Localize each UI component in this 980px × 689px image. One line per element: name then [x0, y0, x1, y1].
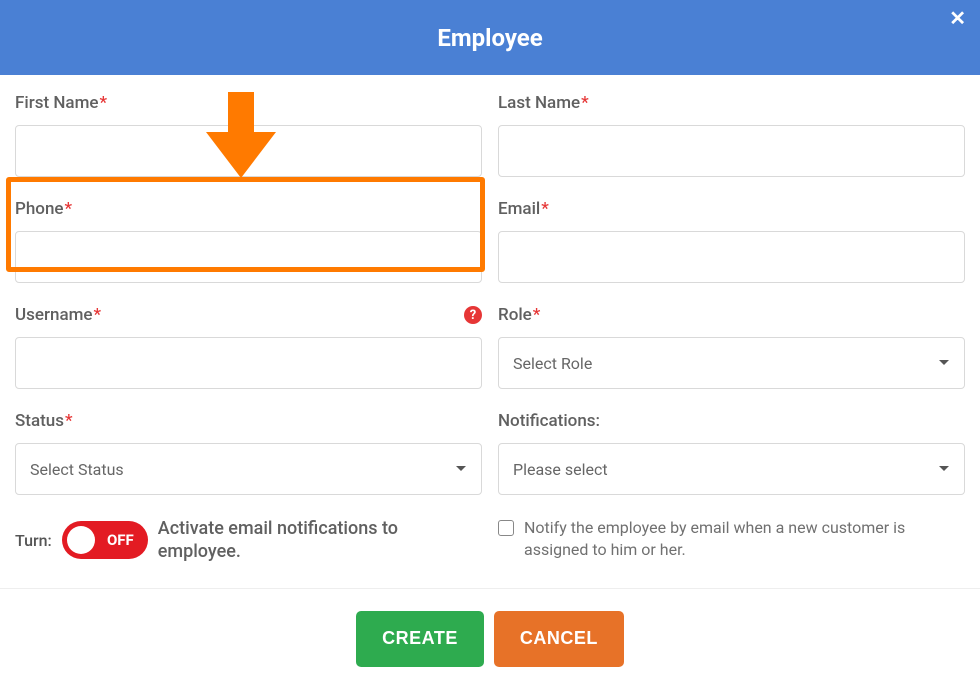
create-button[interactable]: CREATE — [356, 611, 484, 667]
status-label: Status* — [15, 411, 482, 431]
required-mark: * — [65, 411, 73, 431]
email-input[interactable] — [498, 231, 965, 283]
toggle-description: Activate email notifications to employee… — [158, 517, 438, 564]
required-mark: * — [541, 199, 549, 219]
phone-input[interactable] — [15, 231, 482, 283]
email-label: Email* — [498, 199, 965, 219]
required-mark: * — [581, 93, 589, 113]
help-icon[interactable]: ? — [464, 306, 482, 324]
role-select[interactable]: Select Role — [498, 337, 965, 389]
first-name-input[interactable] — [15, 125, 482, 177]
status-select[interactable]: Select Status — [15, 443, 482, 495]
email-toggle[interactable]: OFF — [62, 521, 148, 559]
close-icon[interactable]: ✕ — [949, 8, 966, 28]
notifications-select-value: Please select — [513, 460, 608, 479]
modal-header: Employee ✕ — [0, 0, 980, 75]
first-name-label: First Name* — [15, 93, 482, 113]
status-select-value: Select Status — [30, 460, 124, 479]
last-name-input[interactable] — [498, 125, 965, 177]
required-mark: * — [533, 305, 541, 325]
chevron-down-icon — [938, 465, 950, 473]
modal-footer: CREATE CANCEL — [0, 588, 980, 689]
required-mark: * — [94, 305, 102, 325]
notify-checkbox[interactable] — [498, 520, 514, 536]
chevron-down-icon — [938, 359, 950, 367]
phone-label: Phone* — [15, 199, 482, 219]
toggle-knob — [67, 526, 95, 554]
role-label: Role* — [498, 305, 965, 325]
cancel-button[interactable]: CANCEL — [494, 611, 624, 667]
chevron-down-icon — [455, 465, 467, 473]
role-select-value: Select Role — [513, 354, 592, 373]
notifications-label: Notifications: — [498, 411, 965, 431]
turn-label: Turn: — [15, 531, 52, 550]
required-mark: * — [99, 93, 107, 113]
toggle-state: OFF — [107, 531, 134, 549]
notifications-select[interactable]: Please select — [498, 443, 965, 495]
username-input[interactable] — [15, 337, 482, 389]
required-mark: * — [65, 199, 73, 219]
username-label: Username* — [15, 305, 482, 325]
employee-form: First Name* Last Name* Phone* Email* — [0, 75, 980, 564]
modal-title: Employee — [437, 24, 542, 52]
last-name-label: Last Name* — [498, 93, 965, 113]
notify-checkbox-label: Notify the employee by email when a new … — [524, 517, 965, 562]
